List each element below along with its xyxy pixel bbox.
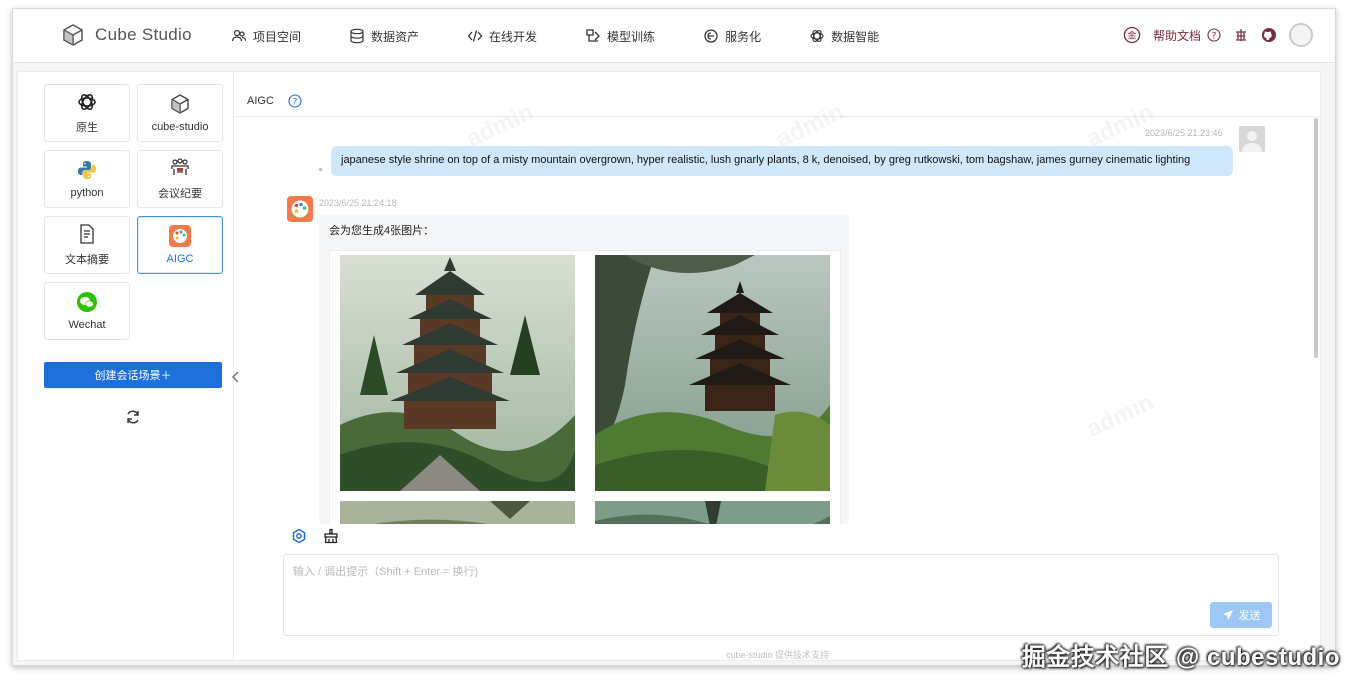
cube-logo-icon: [63, 24, 83, 46]
wechat-icon: [77, 292, 97, 312]
user-avatar: [1239, 126, 1265, 152]
chat-title: AIGC: [247, 95, 274, 107]
clear-broom-icon[interactable]: [323, 528, 339, 544]
app-name: Cube Studio: [95, 25, 192, 44]
coin-icon[interactable]: 金: [1123, 26, 1141, 44]
scenario-card-python[interactable]: python: [44, 150, 130, 208]
chat-panel: AIGC ? admin admin admin admin admin 202…: [235, 72, 1320, 660]
card-label: Wechat: [68, 319, 106, 331]
send-button[interactable]: 发送: [1210, 602, 1272, 628]
generated-image-3[interactable]: [340, 501, 575, 524]
code-icon: [467, 30, 483, 42]
chat-scrollbar[interactable]: [1314, 118, 1318, 358]
user-message-time: 2023/6/25 21:23:46: [1145, 128, 1223, 138]
refresh-icon[interactable]: [125, 409, 141, 425]
person-icon: [1242, 131, 1262, 152]
openai-icon: [78, 93, 96, 111]
question-icon[interactable]: ?: [288, 94, 302, 108]
message-input-box: [283, 554, 1279, 636]
openai-icon: [810, 30, 824, 42]
github-icon[interactable]: [1261, 27, 1277, 43]
nav-online-dev[interactable]: 在线开发: [467, 28, 537, 45]
document-icon: [80, 224, 94, 244]
python-icon: [78, 161, 96, 179]
user-message-bubble: japanese style shrine on top of a misty …: [331, 146, 1233, 176]
users-icon: [231, 29, 247, 42]
scenario-card-meeting-minutes[interactable]: 会议纪要: [137, 150, 223, 208]
nav-label: 模型训练: [607, 29, 656, 44]
palette-icon: [169, 225, 191, 247]
generated-image-2[interactable]: [595, 255, 830, 491]
chat-header: AIGC ?: [247, 94, 302, 108]
database-icon: [350, 28, 364, 44]
nav-data-intelligence[interactable]: 数据智能: [809, 28, 879, 45]
logo[interactable]: Cube Studio: [61, 23, 192, 47]
svg-text:金: 金: [1127, 30, 1136, 42]
help-label: 帮助文档: [1152, 28, 1201, 43]
watermark: admin: [1082, 388, 1158, 443]
bot-message-text: 会为您生成4张图片：: [329, 225, 435, 237]
scenario-card-native[interactable]: 原生: [44, 84, 130, 142]
scenario-sidebar: 原生 cube-studio python 会议纪要 文本摘要 AIGC Wec…: [18, 72, 239, 660]
svg-text:?: ?: [293, 98, 298, 108]
card-label: 会议纪要: [158, 188, 202, 200]
bot-avatar-palette-icon: [287, 196, 313, 222]
bug-icon[interactable]: [1233, 27, 1249, 43]
credit-watermark: 掘金技术社区 @ cubestudio: [1021, 644, 1340, 671]
nav-data-assets[interactable]: 数据资产: [349, 28, 419, 45]
divider: [235, 116, 1320, 117]
nav-label: 项目空间: [253, 29, 302, 44]
model-icon: [586, 29, 600, 42]
header-right: 金 帮助文档 ?: [1123, 23, 1313, 47]
scenario-card-wechat[interactable]: Wechat: [44, 282, 130, 340]
image-grid: [329, 250, 841, 524]
nav-label: 在线开发: [489, 29, 538, 44]
create-scenario-button[interactable]: 创建会话场景＋: [44, 362, 222, 388]
generated-image-4[interactable]: [595, 501, 830, 524]
card-label: python: [70, 187, 104, 199]
nav-project-space[interactable]: 项目空间: [231, 28, 301, 45]
app-window: Cube Studio 项目空间 数据资产 在线开发 模型训练 服务化 数据智能…: [12, 8, 1336, 666]
generated-image-1[interactable]: [340, 255, 575, 491]
meeting-icon: [171, 158, 189, 175]
card-label: 文本摘要: [65, 254, 109, 266]
card-label: cube-studio: [151, 121, 209, 133]
svg-text:?: ?: [1212, 32, 1217, 42]
nav-label: 数据智能: [831, 29, 880, 44]
help-docs-link[interactable]: 帮助文档 ?: [1153, 27, 1221, 44]
send-label: 发送: [1238, 610, 1261, 622]
cube-icon: [171, 94, 189, 114]
scenario-card-cube-studio[interactable]: cube-studio: [137, 84, 223, 142]
scenario-card-aigc[interactable]: AIGC: [137, 216, 223, 274]
nav-model-training[interactable]: 模型训练: [585, 28, 655, 45]
question-icon: ?: [1207, 28, 1221, 42]
nav-label: 数据资产: [371, 29, 420, 44]
more-dot[interactable]: [319, 168, 322, 171]
top-header: Cube Studio 项目空间 数据资产 在线开发 模型训练 服务化 数据智能…: [13, 9, 1335, 63]
content-area: 原生 cube-studio python 会议纪要 文本摘要 AIGC Wec…: [17, 71, 1321, 661]
main-nav: 项目空间 数据资产 在线开发 模型训练 服务化 数据智能: [231, 9, 927, 63]
scenario-card-text-summary[interactable]: 文本摘要: [44, 216, 130, 274]
card-label: 原生: [76, 122, 98, 134]
message-input[interactable]: [284, 555, 1278, 635]
nav-label: 服务化: [725, 29, 762, 44]
settings-icon[interactable]: [291, 528, 307, 544]
nav-service[interactable]: 服务化: [703, 28, 761, 45]
card-label: AIGC: [166, 253, 194, 265]
bot-message-bubble: 会为您生成4张图片：: [319, 214, 849, 524]
bot-message-time: 2023/6/25 21:24:18: [319, 198, 397, 208]
service-icon: [704, 29, 718, 43]
user-avatar-top[interactable]: [1289, 23, 1313, 47]
send-icon: [1222, 610, 1233, 620]
